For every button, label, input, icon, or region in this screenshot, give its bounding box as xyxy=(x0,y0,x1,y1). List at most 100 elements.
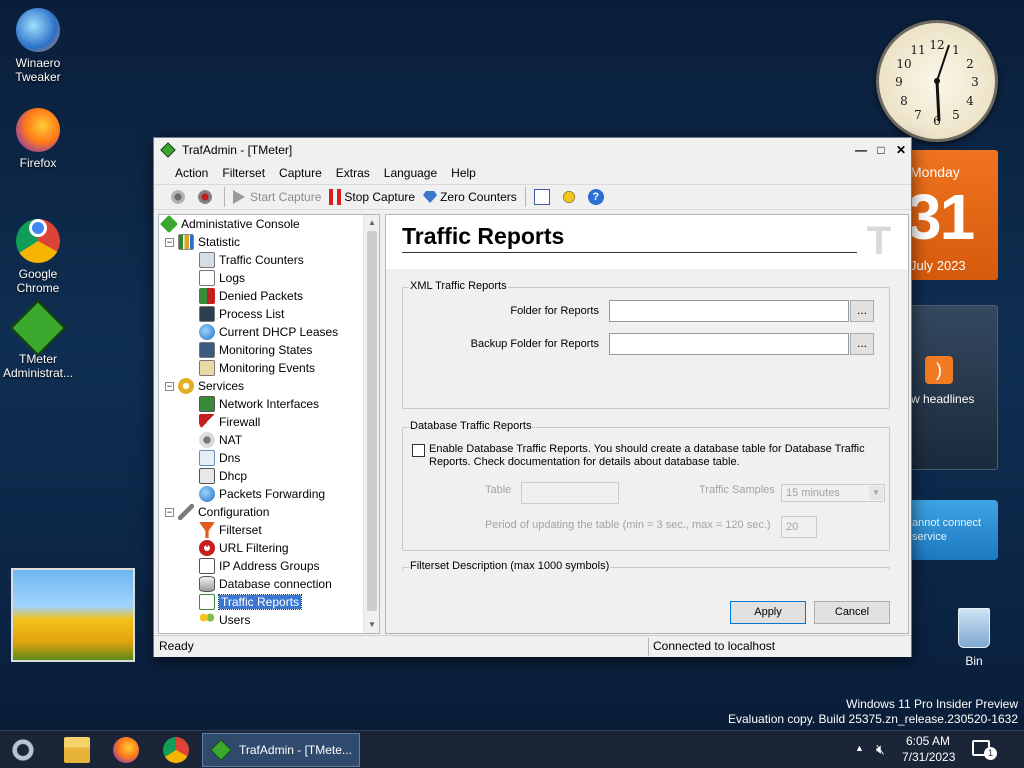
apply-button[interactable]: Apply xyxy=(730,601,806,624)
tree-item-ip-address-groups[interactable]: IP Address Groups xyxy=(199,557,320,575)
zero-counters-button[interactable]: Zero Counters xyxy=(423,186,517,208)
tree-scrollbar[interactable]: ▲ ▼ xyxy=(363,215,379,633)
tree-item-label: Dns xyxy=(219,451,241,465)
chevron-down-icon: ▼ xyxy=(869,486,883,500)
firefox-taskbar-icon[interactable] xyxy=(113,737,139,763)
chrome-taskbar-icon[interactable] xyxy=(163,737,189,763)
minimize-button[interactable]: — xyxy=(851,140,871,160)
trafadmin-window: TrafAdmin - [TMeter] — □ ✕ Action Filter… xyxy=(153,137,912,657)
forward-globe-icon xyxy=(199,486,215,502)
desktop-icon-firefox[interactable]: Firefox xyxy=(0,108,76,170)
zero-counters-label: Zero Counters xyxy=(440,190,517,204)
backup-folder-input[interactable] xyxy=(609,333,849,355)
period-input[interactable] xyxy=(781,516,817,538)
tree-item-traffic-counters[interactable]: Traffic Counters xyxy=(199,251,304,269)
table-label: Table xyxy=(485,484,512,496)
tmeter-logo-icon: T xyxy=(866,219,892,263)
collapse-toggle[interactable]: − xyxy=(165,237,174,247)
tree-item-monitoring-events[interactable]: Monitoring Events xyxy=(199,359,315,377)
close-button[interactable]: ✕ xyxy=(891,140,911,160)
start-capture-button[interactable]: Start Capture xyxy=(233,186,321,208)
stop-capture-button[interactable]: Stop Capture xyxy=(329,186,415,208)
services-gear-icon xyxy=(178,378,194,394)
tree-item-label: Network Interfaces xyxy=(219,397,320,411)
navigation-tree: Administative Console − Statistic Traffi… xyxy=(158,214,380,634)
tree-item-users[interactable]: Users xyxy=(199,611,250,629)
gears-icon xyxy=(170,189,186,205)
desktop-icon-tmeter[interactable]: TMeter Administrat... xyxy=(0,299,76,380)
scroll-up-arrow[interactable]: ▲ xyxy=(364,215,379,231)
tree-item-label: URL Filtering xyxy=(219,541,289,555)
tree-item-traffic-reports[interactable]: Traffic Reports xyxy=(199,593,303,611)
tree-item-statistic[interactable]: − Statistic xyxy=(165,233,240,251)
debug-tool-button[interactable] xyxy=(560,186,580,208)
monitor-icon xyxy=(199,342,215,358)
tree-item-database-connection[interactable]: Database connection xyxy=(199,575,332,593)
menu-extras[interactable]: Extras xyxy=(329,166,377,180)
period-label: Period of updating the table (min = 3 se… xyxy=(485,519,771,531)
tree-item-services[interactable]: − Services xyxy=(165,377,244,395)
log-icon xyxy=(199,270,215,286)
enable-db-reports-checkbox[interactable] xyxy=(412,444,425,457)
settings-tool-button[interactable] xyxy=(170,186,189,208)
options-tool-button[interactable] xyxy=(533,186,553,208)
file-explorer-icon[interactable] xyxy=(64,737,90,763)
checklist-icon xyxy=(533,189,550,205)
start-button[interactable] xyxy=(10,737,36,763)
maximize-button[interactable]: □ xyxy=(871,140,891,160)
scroll-down-arrow[interactable]: ▼ xyxy=(364,617,379,633)
tree-item-root[interactable]: Administative Console xyxy=(159,215,300,234)
tree-item-dhcp[interactable]: Dhcp xyxy=(199,467,247,485)
panel-header: Traffic Reports T xyxy=(386,215,908,269)
tree-item-dns[interactable]: Dns xyxy=(199,449,240,467)
recycle-bin[interactable]: Bin xyxy=(944,608,1004,668)
group-legend: Filterset Description (max 1000 symbols) xyxy=(409,560,611,572)
tray-overflow-chevron[interactable]: ▲ xyxy=(855,743,864,753)
menu-action[interactable]: Action xyxy=(168,166,215,180)
events-icon xyxy=(199,360,215,376)
menu-capture[interactable]: Capture xyxy=(272,166,329,180)
tree-item-monitoring-states[interactable]: Monitoring States xyxy=(199,341,312,359)
tree-item-logs[interactable]: Logs xyxy=(199,269,245,287)
rss-gadget: ) w headlines xyxy=(900,305,998,470)
volume-muted-icon[interactable]: 🔇︎ xyxy=(876,741,885,758)
tree-item-configuration[interactable]: − Configuration xyxy=(165,503,269,521)
menu-help[interactable]: Help xyxy=(444,166,483,180)
folder-browse-button[interactable]: ... xyxy=(850,300,874,322)
menu-filterset[interactable]: Filterset xyxy=(215,166,272,180)
tree-item-nat[interactable]: NAT xyxy=(199,431,242,449)
status-bar: Ready Connected to localhost xyxy=(154,635,911,657)
tree-item-denied-packets[interactable]: Denied Packets xyxy=(199,287,303,305)
desktop-icon-winaero[interactable]: Winaero Tweaker xyxy=(0,8,76,84)
clock-number: 8 xyxy=(900,94,908,108)
tree-item-url-filtering[interactable]: URL Filtering xyxy=(199,539,289,557)
tree-item-dhcp-leases[interactable]: Current DHCP Leases xyxy=(199,323,338,341)
tree-item-packets-forwarding[interactable]: Packets Forwarding xyxy=(199,485,325,503)
table-input[interactable] xyxy=(521,482,619,504)
taskbar-trafadmin-button[interactable]: TrafAdmin - [TMete... xyxy=(202,733,360,767)
traffic-samples-select[interactable]: 15 minutes ▼ xyxy=(781,484,885,502)
backup-browse-button[interactable]: ... xyxy=(850,333,874,355)
menu-language[interactable]: Language xyxy=(377,166,444,180)
title-bar[interactable]: TrafAdmin - [TMeter] — □ ✕ xyxy=(154,138,911,162)
collapse-toggle[interactable]: − xyxy=(165,381,174,391)
scroll-thumb[interactable] xyxy=(367,231,377,611)
tree-item-firewall[interactable]: Firewall xyxy=(199,413,260,431)
clock-number: 7 xyxy=(914,108,922,122)
tree-item-process-list[interactable]: Process List xyxy=(199,305,284,323)
shield-icon xyxy=(199,414,215,430)
process-icon xyxy=(199,306,215,322)
tree-item-label: Database connection xyxy=(219,577,332,591)
winaero-icon xyxy=(16,8,60,52)
folder-label: Folder for Reports xyxy=(510,305,599,317)
desktop-icon-chrome[interactable]: Google Chrome xyxy=(0,206,76,295)
clock-time[interactable]: 6:05 AM xyxy=(906,734,950,748)
tree-item-filterset[interactable]: Filterset xyxy=(199,521,262,539)
help-tool-button[interactable]: ? xyxy=(587,186,607,208)
collapse-toggle[interactable]: − xyxy=(165,507,174,517)
folder-input[interactable] xyxy=(609,300,849,322)
cancel-tool-button[interactable] xyxy=(197,186,216,208)
tree-item-network-interfaces[interactable]: Network Interfaces xyxy=(199,395,319,413)
clock-date[interactable]: 7/31/2023 xyxy=(902,750,955,764)
cancel-button[interactable]: Cancel xyxy=(814,601,890,624)
